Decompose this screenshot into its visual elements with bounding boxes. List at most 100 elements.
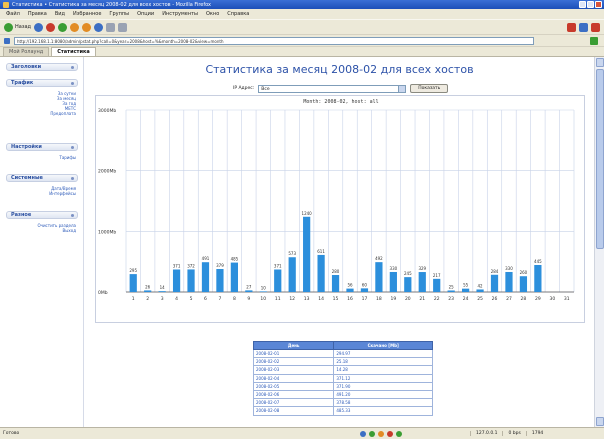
traffic-table: День Скачано [Mb] 2008-02-01 294.97 2008-… (252, 341, 433, 416)
chart-bar (158, 291, 166, 292)
table-row: 2008-02-08 485.33 (252, 406, 433, 416)
table-cell-value: 14.28 (333, 365, 433, 375)
table-cell-day: 2008-02-02 (252, 357, 335, 367)
table-header-downloaded: Скачано [Mb] (333, 341, 433, 350)
ip-select[interactable]: Все (258, 84, 407, 93)
table-cell-value: 294.97 (333, 348, 433, 359)
chart-bar (375, 262, 383, 292)
sidebar-link-prepaid[interactable]: Предоплата (6, 111, 76, 116)
maximize-button[interactable] (587, 1, 594, 8)
back-arrow-icon (4, 22, 13, 32)
go-button[interactable] (590, 37, 598, 45)
chart-bar (346, 288, 354, 292)
table-cell-day: 2008-02-05 (252, 381, 335, 391)
chart-bar (447, 290, 455, 292)
forward-button[interactable] (34, 22, 44, 32)
sidebar-head-settings[interactable]: Настройки (6, 143, 78, 151)
tab-statistics[interactable]: Статистика (51, 47, 96, 56)
menu-help[interactable]: Справка (227, 11, 249, 17)
menu-window[interactable]: Окно (206, 11, 219, 17)
settings-icon[interactable] (579, 23, 588, 32)
x-tick-label: 9 (247, 296, 250, 302)
history-button[interactable] (94, 22, 104, 32)
sidebar-section-traffic: Трафик За сутки За месяц За год МЕТС Пре… (6, 79, 78, 116)
sidebar-head-misc[interactable]: Разное (6, 211, 78, 219)
navigation-toolbar: Назад (0, 19, 604, 34)
bar-data-label: 485 (231, 257, 239, 262)
bar-data-label: 217 (433, 273, 441, 278)
refresh-icon (58, 22, 68, 32)
x-tick-label: 20 (405, 296, 411, 302)
stop-button[interactable] (46, 22, 56, 32)
back-button[interactable]: Назад (4, 22, 31, 32)
scroll-up-button[interactable] (596, 58, 604, 67)
home-icon (70, 22, 80, 32)
menu-file[interactable]: Файл (6, 11, 20, 17)
scroll-thumb[interactable] (596, 69, 604, 249)
chart-bar (418, 272, 426, 292)
bar-data-label: 573 (288, 251, 296, 256)
bar-data-label: 260 (520, 270, 528, 275)
chart-svg: 3000Mb2000Mb1000Mb0Mb2951262143371437254… (98, 108, 575, 302)
x-tick-label: 10 (260, 296, 266, 302)
network-icon[interactable] (360, 430, 366, 437)
bar-data-label: 27 (246, 284, 252, 289)
popup-icon[interactable] (378, 430, 384, 437)
bar-data-label: 55 (463, 283, 469, 288)
security-icon[interactable] (369, 430, 375, 437)
vertical-scrollbar[interactable] (594, 57, 604, 427)
sidebar-link-interfaces[interactable]: Интерфейсы (6, 191, 76, 196)
sidebar-section-system: Системные Дата/Время Интерфейсы (6, 174, 78, 196)
x-tick-label: 5 (190, 296, 193, 302)
sidebar-head-system[interactable]: Системные (6, 174, 78, 182)
sidebar-head-headers[interactable]: Заголовки (6, 63, 78, 71)
scroll-down-button[interactable] (596, 417, 604, 426)
adblock-icon[interactable] (387, 430, 393, 437)
x-tick-label: 18 (376, 296, 382, 302)
block-icon[interactable] (591, 23, 600, 32)
y-tick-label: 1000Mb (98, 229, 116, 235)
chevron-down-icon[interactable] (398, 85, 406, 92)
menu-edit[interactable]: Правка (28, 11, 47, 17)
sidebar-link-tariffs[interactable]: Тарифы (6, 155, 76, 160)
chart-bar (462, 288, 470, 292)
extension-icon[interactable] (567, 23, 576, 32)
bar-data-label: 379 (216, 263, 224, 268)
favorites-button[interactable] (82, 22, 92, 32)
window-controls (579, 1, 602, 8)
print-button[interactable] (118, 22, 128, 32)
bar-data-label: 491 (202, 256, 210, 261)
table-row: 2008-02-06 491.20 (252, 389, 433, 400)
menu-view[interactable]: Вид (55, 11, 65, 17)
home-button[interactable] (70, 22, 80, 32)
status-text: Готово (3, 431, 20, 436)
show-button[interactable]: Показать (410, 84, 449, 93)
mail-button[interactable] (106, 22, 116, 32)
sidebar-link-exit[interactable]: Выход (6, 228, 76, 233)
minimize-button[interactable] (579, 1, 586, 8)
table-cell-value: 25.18 (333, 357, 433, 367)
x-tick-label: 12 (289, 296, 295, 302)
x-tick-label: 21 (419, 296, 425, 302)
tab-home[interactable]: Мой Ролаунд (3, 47, 50, 56)
x-tick-label: 8 (233, 296, 236, 302)
url-input[interactable]: http://192.168.1.1:8080/admin/pstat.php?… (14, 36, 534, 45)
sidebar-section-headers: Заголовки (6, 63, 78, 71)
menu-tools[interactable]: Инструменты (162, 11, 198, 17)
window-titlebar: Статистика • Статистика за месяц 2008-02… (0, 0, 604, 9)
refresh-button[interactable] (58, 22, 68, 32)
bar-data-label: 26 (145, 284, 151, 289)
chart-bar (404, 277, 412, 292)
x-tick-label: 6 (204, 296, 207, 302)
sidebar-head-traffic[interactable]: Трафик (6, 79, 78, 87)
close-button[interactable] (595, 1, 602, 8)
menu-groups[interactable]: Группы (109, 11, 129, 17)
menu-options[interactable]: Опции (137, 11, 154, 17)
table-cell-day: 2008-02-06 (252, 389, 335, 400)
bar-data-label: 25 (449, 284, 455, 289)
menu-favorites[interactable]: Избранное (73, 11, 101, 17)
bar-data-label: 371 (173, 263, 181, 268)
cookie-icon[interactable] (396, 430, 402, 437)
x-tick-label: 30 (549, 296, 555, 302)
table-cell-day: 2008-02-03 (252, 365, 335, 375)
